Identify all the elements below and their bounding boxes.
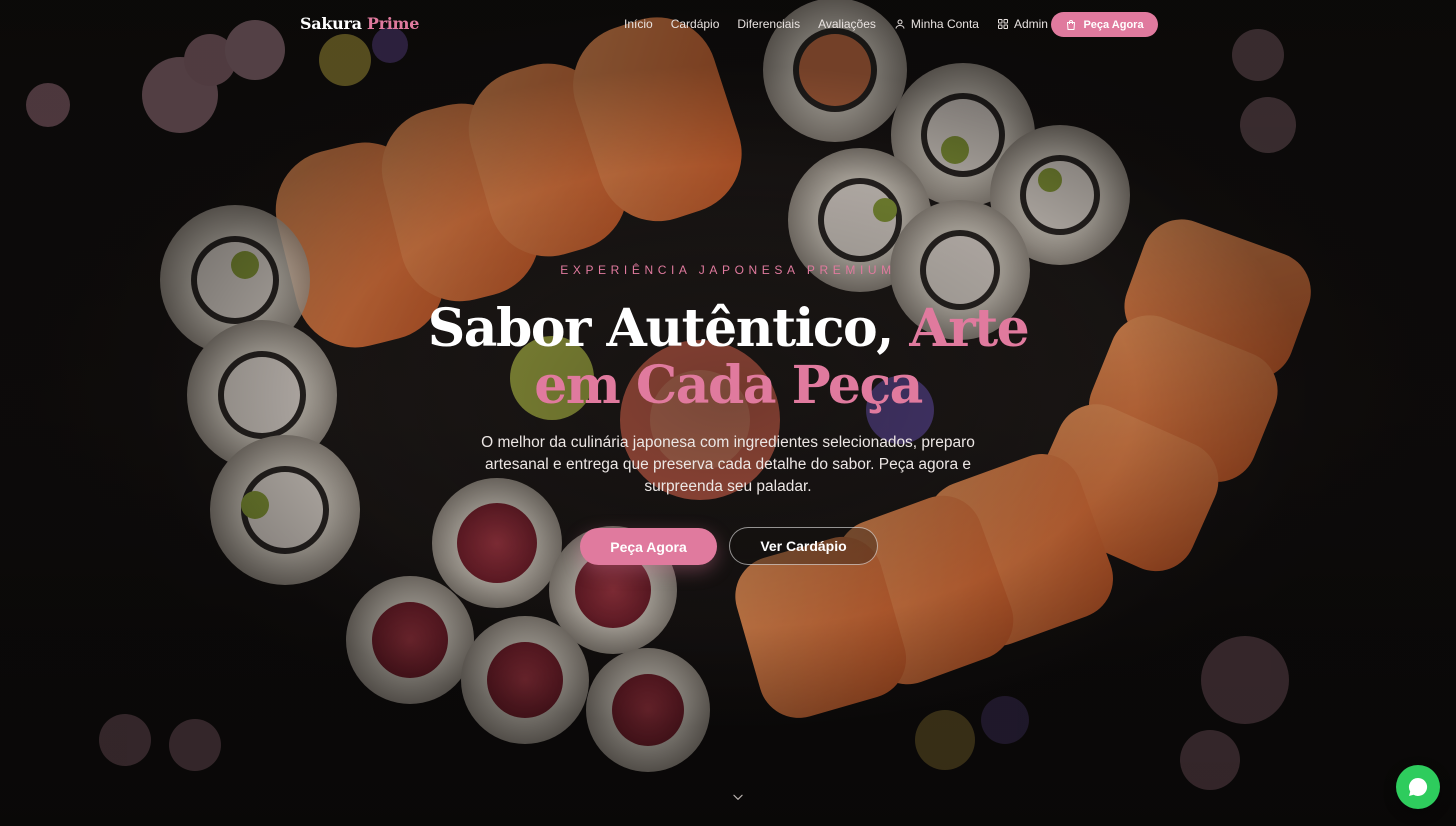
hero-title-white: Sabor Autêntico, [427, 298, 910, 359]
nav-link-minha-conta[interactable]: Minha Conta [894, 17, 979, 31]
shopping-bag-icon [1067, 19, 1076, 30]
view-menu-button[interactable]: Ver Cardápio [729, 527, 878, 565]
nav-link-admin-label: Admin [1013, 17, 1048, 31]
nav-link-diferenciais[interactable]: Diferenciais [737, 17, 800, 31]
order-now-button[interactable]: Peça Agora [580, 528, 717, 565]
nav-link-cardapio[interactable]: Cardápio [671, 17, 720, 31]
nav-order-button[interactable]: Peça Agora [1051, 12, 1158, 37]
chevron-down-icon[interactable] [731, 790, 745, 804]
hero-description: O melhor da culinária japonesa com ingre… [481, 434, 975, 495]
nav-link-minha-conta-label: Minha Conta [910, 17, 979, 31]
hero-eyebrow: EXPERIÊNCIA JAPONESA PREMIUM [560, 263, 896, 277]
brand-name-part2: Prime [366, 14, 420, 33]
whatsapp-icon [1408, 777, 1428, 796]
user-icon [895, 19, 905, 29]
navbar: Sakura Prime Início Cardápio Diferenciai… [0, 0, 1456, 50]
nav-link-admin[interactable]: Admin [997, 17, 1048, 31]
grid-icon [997, 19, 1008, 29]
hero-title: Sabor Autêntico, Arte em Cada Peça [378, 300, 1078, 414]
nav-links: Início Cardápio Diferenciais Avaliações … [624, 17, 1066, 31]
nav-link-inicio[interactable]: Início [624, 17, 653, 31]
brand-logo[interactable]: Sakura Prime [300, 14, 419, 33]
nav-order-button-label: Peça Agora [1083, 18, 1144, 31]
whatsapp-chat-button[interactable] [1396, 765, 1440, 809]
brand-name-part1: Sakura [300, 14, 362, 33]
nav-link-avaliacoes[interactable]: Avaliações [818, 17, 876, 31]
